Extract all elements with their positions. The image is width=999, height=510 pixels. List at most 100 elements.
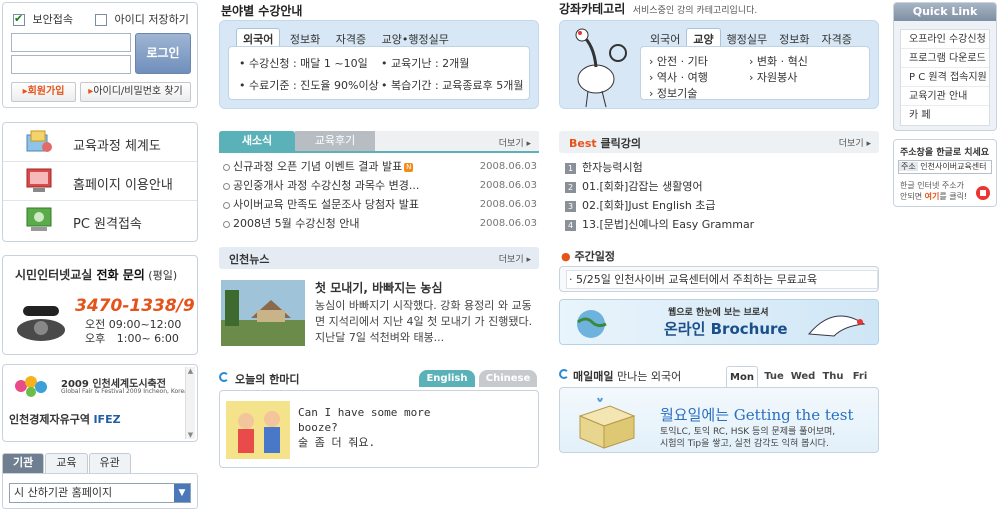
cartoon-image [226, 401, 290, 459]
id-input[interactable] [11, 33, 131, 52]
festival-banner[interactable]: 2009 인천세계도시축전 Global Fair & Festival 200… [9, 371, 188, 403]
phrase-text: Can I have some more booze? 술 좀 더 줘요. [298, 406, 431, 449]
password-input[interactable] [11, 55, 131, 74]
phone-number: 3470-1338/9 [75, 296, 195, 316]
tab-news[interactable]: 새소식 [219, 131, 295, 151]
crane-mascot-icon [575, 28, 627, 108]
tab-tuesday[interactable]: Tue [760, 371, 788, 382]
phone-hours: 오전 09:00~12:00 오후 1:00~ 6:00 [85, 318, 182, 345]
monitor-icon [26, 168, 52, 192]
quick-menu: 교육과정 체계도 홈페이지 이용안내 PC 원격접속 [2, 122, 198, 242]
news-more-link[interactable]: 더보기 [499, 136, 531, 149]
hangul-logo-icon [976, 186, 990, 200]
list-item[interactable]: 3 02.[회화]Just English 초급 [565, 196, 875, 215]
category-it[interactable]: › 정보기술 [649, 85, 697, 101]
secure-login-option[interactable]: 보안접속 [13, 11, 73, 27]
hangul-here-link[interactable]: 여기 [925, 192, 940, 201]
schedule-title: ● 주간일정 [561, 250, 615, 263]
best-header: Best 클릭강의 더보기 [559, 131, 879, 153]
menu-item-remote[interactable]: PC 원격접속 [3, 201, 197, 240]
curriculum-icon [26, 130, 52, 152]
brochure-banner[interactable]: 웹으로 한눈에 보는 브로셔 온라인 Brochure [559, 299, 879, 345]
list-item[interactable]: 신규과정 오픈 기념 이벤트 결과 발표 N 2008.06.03 [221, 157, 537, 176]
incheon-news-headline[interactable]: 첫 모내기, 바빠지는 농심 [315, 279, 443, 296]
city-banner: 2009 인천세계도시축전 Global Fair & Festival 200… [2, 364, 198, 442]
festival-logo-icon [15, 376, 47, 397]
news-list: 신규과정 오픈 기념 이벤트 결과 발표 N 2008.06.03 공인중개사 과정… [221, 157, 537, 233]
phrase-panel: Can I have some more booze? 술 좀 더 줘요. [219, 390, 539, 468]
telephone-icon [17, 306, 65, 341]
tab-thursday[interactable]: Thu [819, 371, 847, 382]
rice-field-photo[interactable] [221, 280, 305, 346]
save-id-checkbox[interactable] [95, 14, 107, 26]
category-title: 강좌카테고리 서비스중인 강의 카테고리입니다. [559, 2, 758, 16]
news-tabs: 새소식 교육후기 더보기 [219, 131, 539, 153]
ifez-banner[interactable]: 인천경제자유구역 IFEZ [9, 411, 179, 435]
join-button[interactable]: ▸회원가입 [11, 82, 76, 102]
phone-title: 시민인터넷교실 전화 문의 (평일) [15, 268, 178, 282]
tab-monday[interactable]: Mon [726, 366, 758, 388]
box-illustration-icon [578, 397, 636, 449]
tab-chinese[interactable]: Chinese [479, 370, 537, 387]
tab-related[interactable]: 유관 [88, 453, 131, 473]
quick-link-box: Quick Link 오프라인 수강신청 프로그램 다운로드 P C 원격 접속… [893, 2, 997, 131]
field-guide-title: 분야별 수강안내 [221, 4, 303, 18]
quick-link-download[interactable]: 프로그램 다운로드 [901, 49, 989, 68]
login-button[interactable]: 로그인 [135, 33, 191, 74]
tab-friday[interactable]: Fri [847, 371, 873, 382]
list-item[interactable]: 공인중개사 과정 수강신청 과목수 변경... 2008.06.03 [221, 176, 537, 195]
quick-link-agency[interactable]: 교육기관 안내 [901, 87, 989, 106]
banner-scrollbar[interactable]: ▲ ▼ [185, 367, 195, 439]
best-more-link[interactable]: 더보기 [839, 136, 871, 149]
day-tabs: Mon Tue Wed Thu Fri [726, 366, 876, 388]
tab-english[interactable]: English [419, 370, 475, 387]
circle-icon [219, 372, 229, 382]
phone-inquiry-box: 시민인터넷교실 전화 문의 (평일) 3470-1338/9 오전 09:00~… [2, 255, 198, 355]
menu-item-guide[interactable]: 홈페이지 이용안내 [3, 162, 197, 201]
find-account-button[interactable]: ▸아이디/비밀번호 찾기 [80, 82, 191, 102]
field-guide-panel: 외국어 정보화 자격증 교양•행정실무 • 수강신청 : 매달 1 ~10일 •… [219, 20, 539, 109]
globe-icon [577, 310, 607, 338]
incheon-news-body: 농심이 바빠지기 시작했다. 강화 용정리 와 교동면 지석리에서 지난 4일 … [315, 299, 533, 344]
tab-education[interactable]: 교육 [45, 453, 88, 473]
best-list: 1 한자능력시험 2 01.[회화]감잡는 생활영어 3 02.[회화]Just En… [565, 158, 875, 234]
list-item[interactable]: 사이버교육 만족도 설문조사 당첨자 발표 2008.06.03 [221, 195, 537, 214]
site-select[interactable]: 시 산하기관 홈페이지 ▼ [9, 483, 191, 503]
category-safety[interactable]: › 안전 · 기타 [649, 53, 708, 69]
new-badge: N [404, 162, 414, 172]
quick-link-title: Quick Link [894, 3, 996, 21]
list-item[interactable]: 4 13.[문법]신예나의 Easy Grammar [565, 215, 875, 234]
quick-link-offline[interactable]: 오프라인 수강신청 [901, 30, 989, 49]
hangul-address-input[interactable]: 주소 인천사이버교육센터 [898, 160, 992, 174]
list-item[interactable]: 2 01.[회화]감잡는 생활영어 [565, 177, 875, 196]
quick-link-remote[interactable]: P C 원격 접속지원 [901, 68, 989, 87]
category-volunteer[interactable]: › 자원봉사 [749, 69, 797, 85]
schedule-panel: · 5/25일 인천사이버 교육센터에서 주최하는 무료교육 [559, 266, 879, 292]
category-change[interactable]: › 변화 · 혁신 [749, 53, 808, 69]
pc-icon [26, 207, 52, 231]
tab-reviews[interactable]: 교육후기 [295, 131, 375, 151]
incheon-news-more-link[interactable]: 더보기 [499, 252, 531, 265]
tab-wednesday[interactable]: Wed [788, 371, 818, 382]
secure-checkbox[interactable] [13, 12, 25, 26]
daily-headline[interactable]: 월요일에는 Getting the test [660, 404, 853, 425]
daily-header: 매일매일 만나는 외국어 Mon Tue Wed Thu Fri [559, 366, 879, 388]
category-panel: 외국어 교양 행정실무 정보화 자격증 › 안전 · 기타 › 변화 · 혁신 › 역사… [559, 20, 879, 109]
tab-agency[interactable]: 기관 [2, 453, 45, 473]
quick-link-cafe[interactable]: 카 페 [901, 106, 989, 125]
login-box: 보안접속 아이디 저장하기 로그인 ▸회원가입 ▸아이디/비밀번호 찾기 [2, 2, 198, 108]
daily-panel: 월요일에는 Getting the test 토익LC, 토익 RC, HSK … [559, 387, 879, 453]
circle-icon [559, 369, 569, 379]
daily-body: 토익LC, 토익 RC, HSK 등의 문제를 풀어보며, 시험의 Tip을 쌓… [660, 427, 836, 449]
list-item[interactable]: 1 한자능력시험 [565, 158, 875, 177]
list-item[interactable]: 2008년 5월 수강신청 안내 2008.06.03 [221, 214, 537, 233]
schedule-item[interactable]: · 5/25일 인천사이버 교육센터에서 주최하는 무료교육 [566, 270, 878, 289]
hangul-address-box: 주소창을 한글로 치세요 주소 인천사이버교육센터 한글 인터넷 주소가 안되면… [893, 139, 997, 207]
bird-icon [807, 315, 866, 337]
menu-item-curriculum[interactable]: 교육과정 체계도 [3, 123, 197, 162]
chevron-down-icon[interactable]: ▼ [174, 484, 190, 502]
phrase-header: 오늘의 한마디 English Chinese [219, 370, 539, 390]
site-links: 기관 교육 유관 시 산하기관 홈페이지 ▼ [2, 453, 198, 509]
category-history[interactable]: › 역사 · 여행 [649, 69, 708, 85]
save-id-option[interactable]: 아이디 저장하기 [95, 11, 189, 27]
